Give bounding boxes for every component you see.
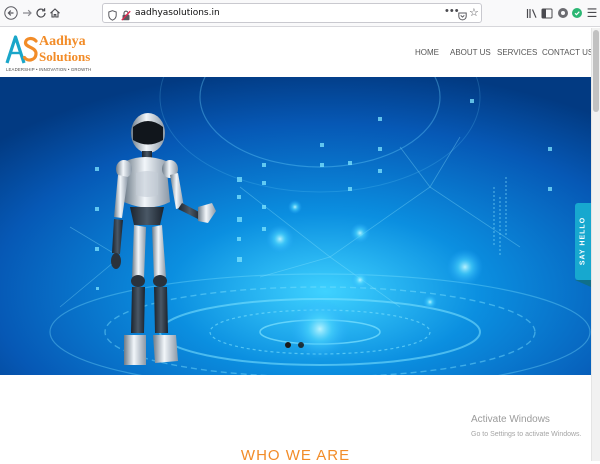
- extension-icon[interactable]: [569, 5, 585, 21]
- say-hello-tab[interactable]: SAY HELLO: [575, 203, 591, 280]
- page-scrollbar[interactable]: [591, 28, 600, 461]
- nav-contact-us[interactable]: CONTACT US: [542, 48, 593, 57]
- browser-toolbar: aadhyasolutions.in ••• ☆ ☰: [0, 0, 600, 27]
- address-bar[interactable]: aadhyasolutions.in ••• ☆: [102, 3, 482, 23]
- slider-dot-2[interactable]: [298, 342, 304, 348]
- insecure-lock-icon[interactable]: [121, 8, 131, 26]
- logo-name-line2: Solutions: [39, 49, 91, 64]
- hamburger-menu-icon[interactable]: ☰: [584, 5, 600, 21]
- site-logo[interactable]: Aadhya Solutions LEADERSHIP • INNOVATION…: [5, 32, 105, 74]
- nav-services[interactable]: SERVICES: [497, 48, 537, 57]
- sidebar-icon[interactable]: [539, 5, 555, 21]
- library-icon[interactable]: [524, 5, 540, 21]
- home-icon[interactable]: [47, 5, 63, 21]
- activate-windows-title: Activate Windows: [471, 414, 550, 425]
- logo-monogram: [5, 35, 38, 64]
- slider-dots: [283, 342, 305, 349]
- pocket-icon[interactable]: [458, 8, 467, 26]
- say-hello-fold: [575, 280, 591, 287]
- url-text[interactable]: aadhyasolutions.in: [135, 8, 220, 18]
- hero-slider[interactable]: [0, 77, 591, 375]
- nav-home[interactable]: HOME: [415, 48, 439, 57]
- bookmark-star-icon[interactable]: ☆: [469, 6, 479, 19]
- scrollbar-thumb[interactable]: [593, 30, 599, 112]
- tracking-shield-icon[interactable]: [108, 8, 117, 26]
- slider-dot-1[interactable]: [285, 342, 291, 348]
- logo-name-line1: Aadhya: [39, 34, 86, 49]
- activate-windows-subtitle: Go to Settings to activate Windows.: [471, 431, 582, 438]
- hero-image: [0, 77, 591, 375]
- back-arrow-icon[interactable]: [3, 5, 19, 21]
- site-header: Aadhya Solutions LEADERSHIP • INNOVATION…: [0, 28, 600, 77]
- nav-about-us[interactable]: ABOUT US: [450, 48, 491, 57]
- say-hello-label: SAY HELLO: [579, 216, 587, 266]
- logo-tagline: LEADERSHIP • INNOVATION • GROWTH: [6, 67, 92, 72]
- section-title-who-we-are: WHO WE ARE: [240, 447, 351, 464]
